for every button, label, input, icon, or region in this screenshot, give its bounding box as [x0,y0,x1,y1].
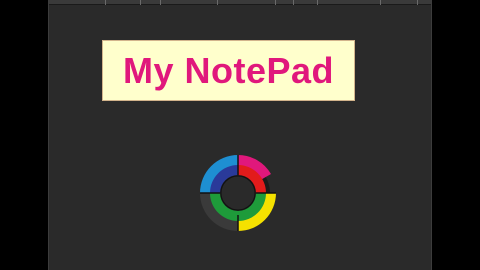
toolbar-separator [140,0,141,5]
toolbar-strip [49,0,431,5]
app-title: My NotePad [122,49,335,91]
toolbar-separator [417,0,418,5]
letterbox-right [432,0,480,270]
logo-center-hole [220,175,256,211]
app-window: My NotePad [48,0,432,270]
color-ring-logo-icon [200,154,276,231]
letterbox-left [0,0,48,270]
toolbar-separator [293,0,294,5]
app-title-banner: My NotePad [102,40,355,101]
toolbar-separator [317,0,318,5]
toolbar-separator [380,0,381,5]
toolbar-separator [160,0,161,5]
toolbar-separator [105,0,106,5]
toolbar-separator [217,0,218,5]
toolbar-separator [275,0,276,5]
